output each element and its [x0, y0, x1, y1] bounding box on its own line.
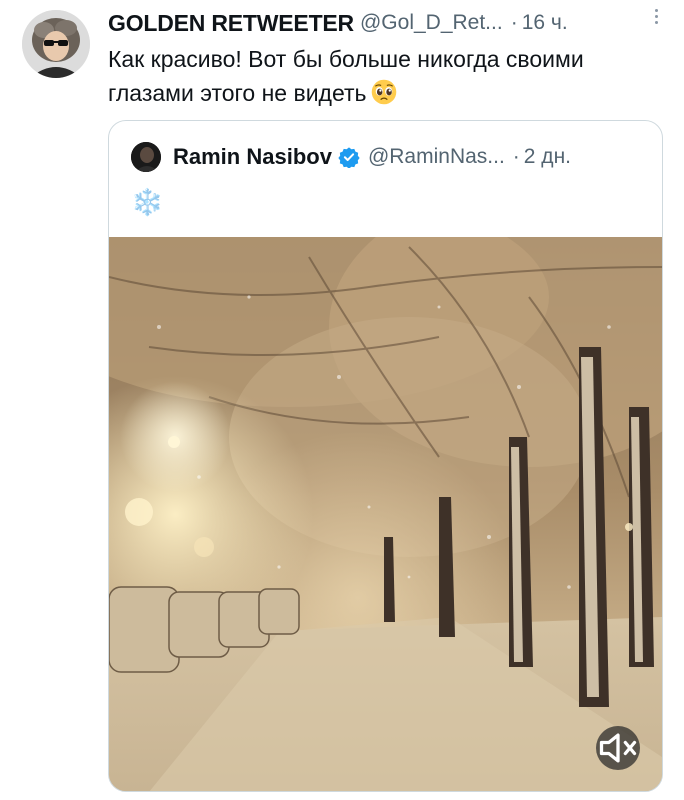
author-avatar[interactable]	[22, 10, 90, 78]
author-avatar-image	[22, 10, 90, 78]
pleading-face-emoji	[371, 79, 396, 105]
quoted-author-handle[interactable]: @RaminNas...	[368, 145, 505, 169]
quoted-author-name[interactable]: Ramin Nasibov	[173, 144, 332, 170]
volume-muted-icon[interactable]	[596, 726, 640, 770]
volume-muted-glyph	[599, 733, 637, 763]
author-name[interactable]: GOLDEN RETWEETER	[108, 10, 354, 37]
quoted-tweet-timestamp[interactable]: 2 дн.	[524, 145, 571, 169]
quoted-tweet-header: Ramin Nasibov @RaminNas... · 2 дн.	[131, 141, 651, 173]
quoted-author-avatar[interactable]	[131, 142, 161, 172]
snowy-street-video[interactable]	[109, 237, 662, 791]
author-handle[interactable]: @Gol_D_Ret...	[360, 11, 503, 35]
video-frame	[109, 237, 662, 791]
tweet-header: GOLDEN RETWEETER @Gol_D_Ret... · 16 ч.	[108, 8, 668, 38]
quoted-tweet-text: ❄️	[131, 187, 164, 217]
more-dots-icon[interactable]	[646, 4, 666, 28]
tweet-text-content: Как красиво! Вот бы больше никогда своим…	[108, 46, 584, 106]
quoted-author-avatar-image	[131, 142, 161, 172]
quoted-header-separator: ·	[512, 145, 520, 168]
tweet-text: Как красиво! Вот бы больше никогда своим…	[108, 42, 668, 110]
verified-badge-icon	[338, 147, 360, 168]
header-separator: ·	[510, 11, 518, 34]
quoted-tweet-card[interactable]: Ramin Nasibov @RaminNas... · 2 дн. ❄️	[108, 120, 663, 792]
tweet-timestamp[interactable]: 16 ч.	[522, 11, 568, 35]
